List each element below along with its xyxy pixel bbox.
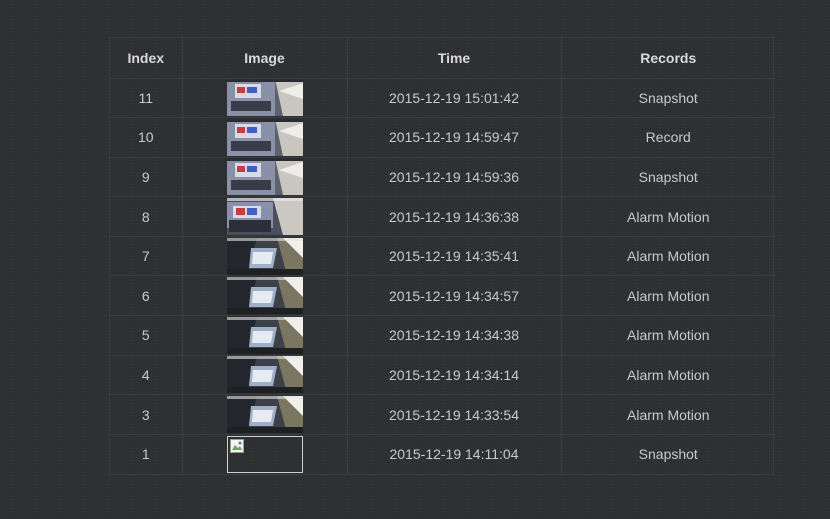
table-row[interactable]: 10 2015-12-19 14:59:47 Record — [110, 117, 775, 158]
table-row[interactable]: 9 2015-12-19 14:59:36 Snapshot — [110, 157, 775, 198]
cell-record-type: Snapshot — [561, 157, 775, 198]
snapshot-thumbnail-image[interactable] — [226, 198, 303, 236]
cell-index: 4 — [110, 355, 183, 396]
table-row[interactable]: 3 2015-12-19 14:33:54 Alarm Motion — [110, 394, 775, 435]
snapshot-thumbnail-image[interactable] — [226, 158, 303, 196]
cell-time: 2015-12-19 15:01:42 — [347, 78, 562, 119]
cell-image — [182, 434, 348, 474]
cell-record-type: Snapshot — [561, 78, 775, 119]
snapshot-thumbnail-image[interactable] — [226, 396, 303, 434]
cell-time: 2015-12-19 14:34:38 — [347, 315, 562, 356]
cell-record-type: Alarm Motion — [561, 236, 775, 277]
cell-time: 2015-12-19 14:34:57 — [347, 275, 562, 317]
table-row[interactable]: 7 2015-12-19 14:35:41 Alarm Motion — [110, 236, 775, 277]
cell-image — [182, 394, 348, 435]
cell-record-type: Alarm Motion — [561, 315, 775, 356]
cell-time: 2015-12-19 14:34:14 — [347, 355, 562, 396]
cell-time: 2015-12-19 14:59:47 — [347, 117, 562, 158]
table-row[interactable]: 8 2015-12-19 14:36:38 Alarm Motion — [110, 196, 775, 237]
snapshot-thumbnail-image[interactable] — [226, 356, 303, 394]
cell-record-type: Snapshot — [638, 446, 698, 463]
snapshot-thumbnail-image[interactable] — [226, 118, 303, 156]
table-row[interactable]: 5 2015-12-19 14:34:38 Alarm Motion — [110, 315, 775, 356]
cell-record-type: Alarm Motion — [561, 355, 775, 396]
cell-index: 5 — [110, 315, 183, 356]
cell-image — [182, 196, 348, 237]
cell-image — [182, 157, 348, 198]
cell-time: 2015-12-19 14:35:41 — [347, 236, 562, 277]
cell-image — [182, 236, 348, 277]
cell-image — [182, 78, 348, 119]
cell-index: 7 — [110, 236, 183, 277]
cell-index: 9 — [110, 157, 183, 198]
cell-index: 11 — [110, 78, 183, 119]
cell-record-type: Alarm Motion — [561, 196, 775, 237]
header-image: Image — [182, 38, 348, 79]
table-row[interactable]: 11 2015-12-19 15:01:42 Snapshot — [110, 78, 775, 119]
table-header-row: Index Image Time Records — [110, 38, 775, 79]
cell-record-type: Record — [561, 117, 775, 158]
cell-time: 2015-12-19 14:11:04 — [347, 434, 562, 474]
cell-image — [182, 275, 348, 317]
cell-index: 1 — [110, 434, 183, 474]
snapshot-thumbnail-image[interactable] — [226, 277, 303, 315]
header-index: Index — [110, 38, 183, 79]
cell-time: 2015-12-19 14:33:54 — [347, 394, 562, 435]
header-time: Time — [347, 38, 562, 79]
table-row[interactable]: 1 2015-12-19 14:11:04 Snapshot — [110, 434, 775, 474]
cell-index: 8 — [110, 196, 183, 237]
broken-image-icon[interactable] — [226, 435, 303, 473]
cell-record-type: Alarm Motion — [561, 275, 775, 317]
snapshot-thumbnail-image[interactable] — [226, 79, 303, 117]
cell-image — [182, 117, 348, 158]
cell-time: 2015-12-19 14:59:36 — [347, 157, 562, 198]
snapshot-thumbnail-image[interactable] — [226, 316, 303, 354]
cell-index: 10 — [110, 117, 183, 158]
cell-index: 3 — [110, 394, 183, 435]
records-table: Index Image Time Records 11 2015-12-19 15… — [110, 38, 775, 474]
records-table-container: Index Image Time Records 11 2015-12-19 15… — [109, 37, 775, 475]
table-row[interactable]: 4 2015-12-19 14:34:14 Alarm Motion — [110, 355, 775, 396]
header-records: Records — [561, 38, 775, 79]
table-row[interactable]: 6 2015-12-19 14:34:57 Alarm Motion — [110, 275, 775, 317]
cell-time: 2015-12-19 14:36:38 — [347, 196, 562, 237]
snapshot-thumbnail-image[interactable] — [226, 237, 303, 275]
cell-index: 6 — [110, 275, 183, 317]
cell-record-type: Alarm Motion — [561, 394, 775, 435]
cell-image — [182, 355, 348, 396]
cell-image — [182, 315, 348, 356]
